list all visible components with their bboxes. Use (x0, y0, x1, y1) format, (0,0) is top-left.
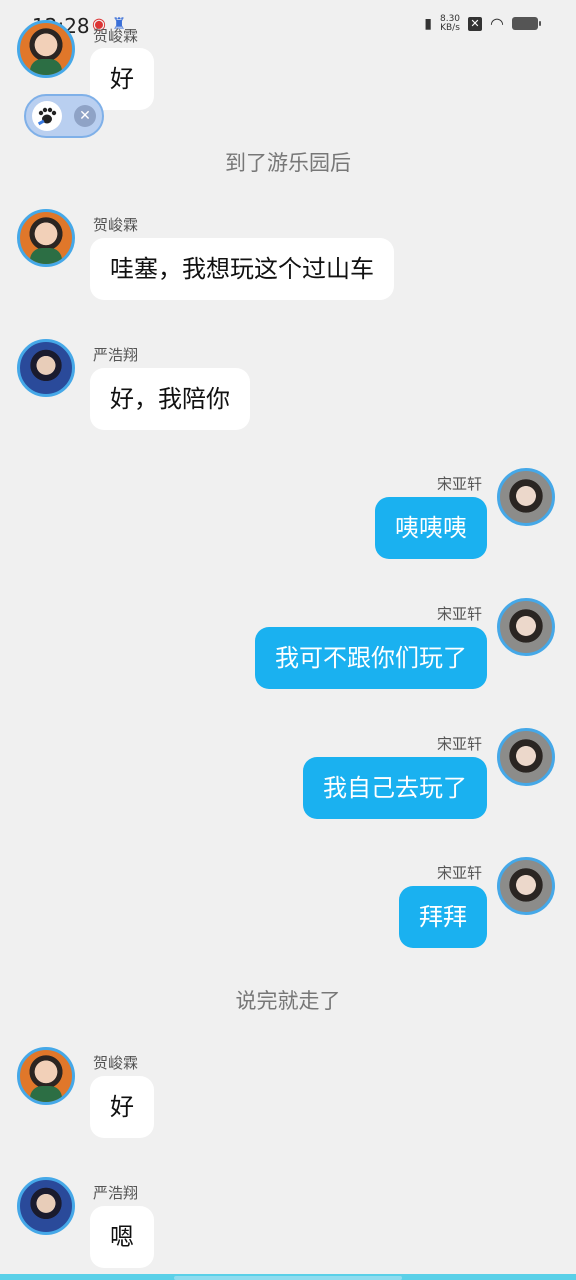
status-right: ▮ 8.30 KB/s ✕ ◠ (424, 14, 541, 33)
wifi-icon: ◠ (490, 14, 504, 33)
sender-name: 贺峻霖 (93, 27, 139, 45)
message-bubble[interactable]: 好 (90, 48, 154, 110)
message-bubble[interactable]: 咦咦咦 (375, 497, 487, 559)
sender-name: 贺峻霖 (93, 1054, 139, 1072)
sender-name: 严浩翔 (93, 346, 139, 364)
sender-name: 严浩翔 (93, 1184, 139, 1202)
avatar[interactable] (17, 209, 75, 267)
avatar[interactable] (497, 857, 555, 915)
sender-name: 宋亚轩 (436, 864, 482, 882)
no-sim-icon: ✕ (468, 16, 483, 31)
network-speed: 8.30 KB/s (440, 14, 460, 33)
message-bubble[interactable]: 嗯 (90, 1206, 154, 1268)
paw-sticker-icon[interactable] (32, 101, 62, 131)
sender-name: 贺峻霖 (93, 216, 139, 234)
sender-name: 宋亚轩 (436, 735, 482, 753)
message-bubble[interactable]: 好 (90, 1076, 154, 1138)
message-bubble[interactable]: 好，我陪你 (90, 368, 250, 430)
avatar[interactable] (497, 468, 555, 526)
battery-icon (512, 17, 541, 30)
sender-name: 宋亚轩 (436, 475, 482, 493)
narration-text: 说完就走了 (235, 989, 341, 1013)
vibrate-icon: ▮ (424, 15, 432, 32)
message-bubble[interactable]: 哇塞，我想玩这个过山车 (90, 238, 394, 300)
sender-name: 宋亚轩 (436, 605, 482, 623)
message-bubble[interactable]: 我自己去玩了 (303, 757, 487, 819)
message-bubble[interactable]: 拜拜 (399, 886, 487, 948)
close-icon[interactable]: ✕ (74, 105, 96, 127)
message-bubble[interactable]: 我可不跟你们玩了 (255, 627, 487, 689)
avatar[interactable] (497, 598, 555, 656)
avatar[interactable] (17, 1047, 75, 1105)
avatar[interactable] (497, 728, 555, 786)
avatar[interactable] (17, 1177, 75, 1235)
home-indicator[interactable] (174, 1276, 402, 1280)
avatar[interactable] (17, 339, 75, 397)
sticker-chip[interactable]: ✕ (24, 94, 104, 138)
narration-text: 到了游乐园后 (225, 151, 351, 175)
avatar[interactable] (17, 20, 75, 78)
network-speed-unit: KB/s (440, 22, 460, 33)
